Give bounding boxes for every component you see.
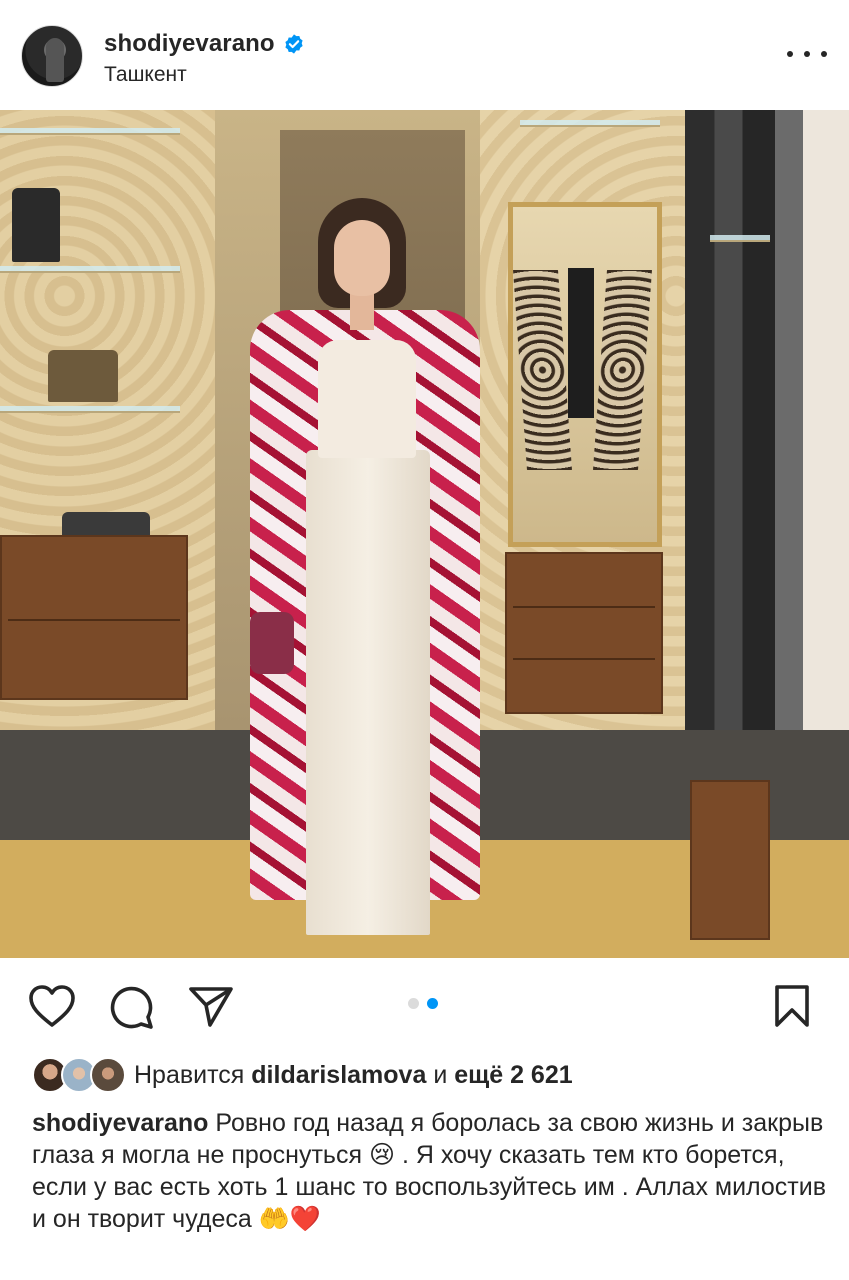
post-photo[interactable] xyxy=(0,110,849,958)
action-bar xyxy=(0,958,849,1048)
boot xyxy=(12,188,60,262)
likes-count[interactable]: ещё 2 621 xyxy=(454,1061,572,1089)
liker-avatars xyxy=(32,1057,126,1093)
handbag xyxy=(250,612,294,674)
more-options-button[interactable] xyxy=(787,42,827,66)
username-row: shodiyevarano xyxy=(104,29,305,59)
location-label[interactable]: Ташкент xyxy=(104,63,187,87)
likes-connector: и xyxy=(433,1060,448,1089)
carousel-dot-active xyxy=(427,998,438,1009)
tank-top xyxy=(318,340,416,458)
neck xyxy=(350,290,374,330)
shelf xyxy=(0,128,180,135)
shelf xyxy=(0,406,180,413)
post-header: shodiyevarano Ташкент xyxy=(0,0,849,110)
comment-icon[interactable] xyxy=(108,984,154,1030)
shelf xyxy=(710,235,770,242)
likes-prefix: Нравится xyxy=(134,1060,245,1089)
sandal xyxy=(48,350,118,402)
paper-plane-icon[interactable] xyxy=(188,986,234,1028)
heart-icon[interactable] xyxy=(28,984,76,1028)
belt xyxy=(568,268,594,418)
verified-badge-icon xyxy=(285,34,303,54)
trousers xyxy=(306,450,430,935)
carousel-indicator xyxy=(408,998,438,1009)
cabinet-bottom xyxy=(690,780,770,940)
username[interactable]: shodiyevarano xyxy=(104,30,275,58)
more-horizontal-icon xyxy=(787,51,793,57)
avatar-figure xyxy=(46,38,64,82)
likes-row[interactable]: Нравится dildarislamova и ещё 2 621 xyxy=(32,1055,573,1095)
face xyxy=(334,220,390,296)
post-caption: shodiyevarano Ровно год назад я боролась… xyxy=(32,1107,832,1235)
liker-username[interactable]: dildarislamova xyxy=(251,1061,426,1089)
caption-username[interactable]: shodiyevarano xyxy=(32,1109,208,1137)
cabinet-right xyxy=(505,552,663,714)
profile-avatar[interactable] xyxy=(21,25,83,87)
likes-text: Нравится dildarislamova и ещё 2 621 xyxy=(134,1061,573,1090)
bookmark-icon[interactable] xyxy=(774,984,810,1028)
shelf xyxy=(0,266,180,273)
cabinet-left xyxy=(0,535,188,700)
shelf xyxy=(520,120,660,127)
liker-avatar xyxy=(90,1057,126,1093)
carousel-dot xyxy=(408,998,419,1009)
